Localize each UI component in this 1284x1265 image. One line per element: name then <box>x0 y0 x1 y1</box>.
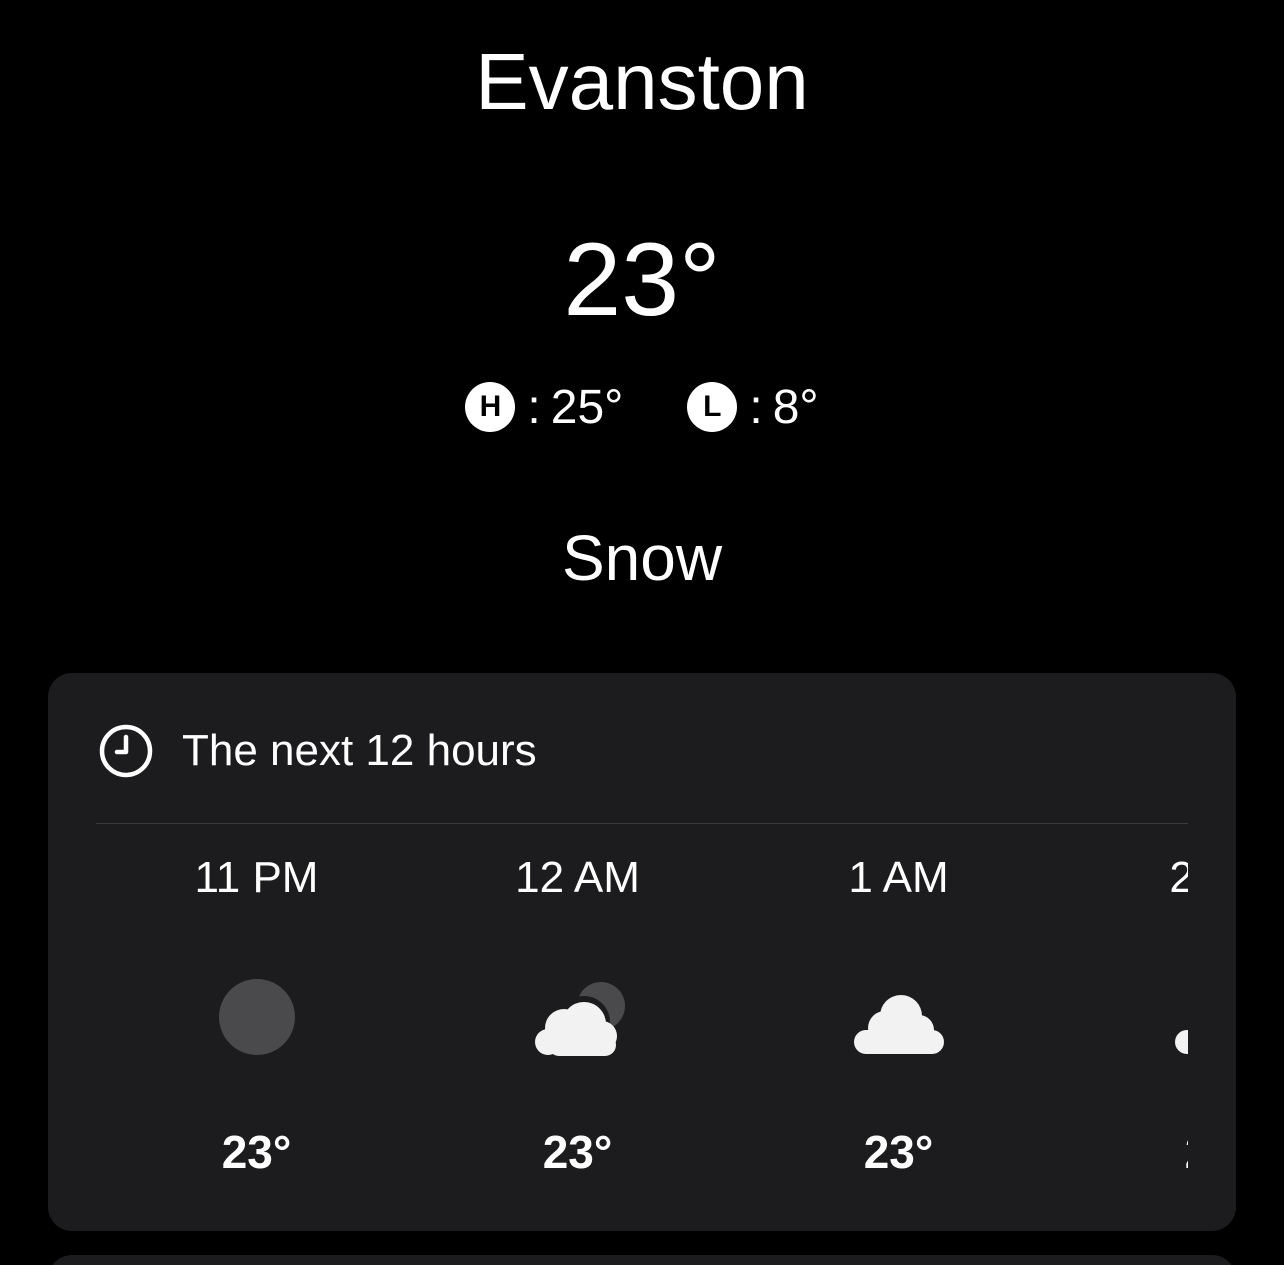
partly-cloudy-night-icon <box>534 982 625 1056</box>
cloud-icon <box>1174 1030 1188 1054</box>
hour-item: 12 AM 23° <box>417 824 738 1231</box>
hour-item: 1 AM 23° <box>738 824 1059 1231</box>
hourly-forecast-card: The next 12 hours 11 PM 23° 12 AM 23° 1 … <box>48 673 1236 1231</box>
current-temperature: 23° <box>563 222 721 338</box>
high-badge-icon: H <box>465 382 516 432</box>
card-header: The next 12 hours <box>98 723 537 779</box>
low-temperature: L : 8° <box>687 380 819 435</box>
clock-icon <box>99 724 153 778</box>
high-separator: : <box>527 380 541 434</box>
hour-temp: 23° <box>542 1126 613 1178</box>
weather-condition: Snow <box>561 522 723 594</box>
hour-temp: 23° <box>221 1126 292 1178</box>
hour-item: 2 AM 23° <box>1059 824 1188 1231</box>
hour-temp: 23° <box>863 1126 934 1178</box>
card-title: The next 12 hours <box>182 726 537 775</box>
low-badge-icon: L <box>687 382 738 432</box>
low-separator: : <box>749 380 763 434</box>
hour-time: 11 PM <box>194 853 319 902</box>
hourly-scroll-area[interactable]: 11 PM 23° 12 AM 23° 1 AM 23° 2 <box>96 824 1188 1231</box>
hour-temp: 23° <box>1059 1124 1188 1180</box>
low-value: 8° <box>772 380 819 434</box>
weather-screen: Evanston 23° H : 25° L : 8° Snow The nex… <box>0 0 1284 1265</box>
cloud-icon <box>853 995 944 1054</box>
hour-time: 1 AM <box>848 853 949 902</box>
high-value: 25° <box>550 380 624 434</box>
moon-icon <box>218 979 295 1055</box>
hour-item: 11 PM 23° <box>96 824 417 1231</box>
high-low-row: H : 25° L : 8° <box>0 380 1284 434</box>
hourly-row: 11 PM 23° 12 AM 23° 1 AM 23° 2 <box>96 824 1188 1231</box>
hour-time: 2 AM <box>1169 853 1188 902</box>
hour-time: 12 AM <box>515 853 640 902</box>
city-name: Evanston <box>475 37 809 126</box>
high-temperature: H : 25° <box>465 380 623 435</box>
next-card-edge <box>48 1255 1236 1265</box>
